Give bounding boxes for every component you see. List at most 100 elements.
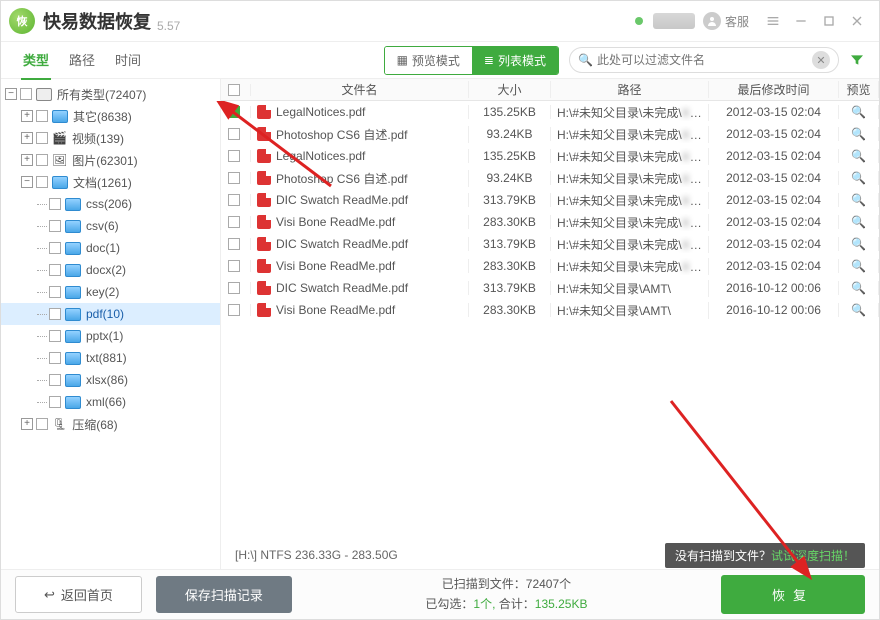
- minimize-icon[interactable]: [787, 7, 815, 35]
- preview-icon[interactable]: 🔍: [839, 127, 879, 141]
- avatar-icon[interactable]: [703, 12, 721, 30]
- footer: ↩返回首页 保存扫描记录 已扫描到文件：72407个 已勾选：1个, 合计：13…: [1, 569, 879, 619]
- row-checkbox[interactable]: [228, 216, 240, 228]
- table-row[interactable]: ✓LegalNotices.pdf135.25KBH:\#未知父目录\未完成\X…: [221, 101, 879, 123]
- recover-button[interactable]: 恢复: [721, 575, 865, 614]
- collapse-icon[interactable]: −: [5, 88, 17, 100]
- col-path[interactable]: 路径: [551, 81, 709, 98]
- list-mode-button[interactable]: ≣列表模式: [472, 47, 558, 74]
- save-scan-button[interactable]: 保存扫描记录: [156, 576, 292, 613]
- tab-time[interactable]: 时间: [113, 41, 143, 80]
- service-label[interactable]: 客服: [725, 13, 749, 30]
- notify-icon[interactable]: [625, 7, 653, 35]
- preview-icon[interactable]: 🔍: [839, 105, 879, 119]
- tree-csv[interactable]: csv(6): [1, 215, 220, 237]
- expand-icon[interactable]: +: [21, 154, 33, 166]
- row-checkbox[interactable]: [228, 260, 240, 272]
- checkbox[interactable]: [49, 374, 61, 386]
- row-checkbox[interactable]: [228, 150, 240, 162]
- tree-pptx[interactable]: pptx(1): [1, 325, 220, 347]
- preview-icon[interactable]: 🔍: [839, 215, 879, 229]
- tree-image[interactable]: +🖼图片(62301): [1, 149, 220, 171]
- table-row[interactable]: Photoshop CS6 自述.pdf93.24KBH:\#未知父目录\未完成…: [221, 167, 879, 189]
- preview-icon[interactable]: 🔍: [839, 281, 879, 295]
- file-path: H:\#未知父目录\未完成\XXXXXX: [551, 258, 709, 275]
- table-row[interactable]: Visi Bone ReadMe.pdf283.30KBH:\#未知父目录\未完…: [221, 211, 879, 233]
- checkbox[interactable]: [36, 176, 48, 188]
- search-box[interactable]: 🔍 ✕: [569, 47, 839, 73]
- tree-pdf[interactable]: pdf(10): [1, 303, 220, 325]
- col-name[interactable]: 文件名: [251, 81, 469, 98]
- tree-zip[interactable]: +🗜压缩(68): [1, 413, 220, 435]
- preview-icon[interactable]: 🔍: [839, 149, 879, 163]
- tree-css[interactable]: css(206): [1, 193, 220, 215]
- tree-ddoc[interactable]: doc(1): [1, 237, 220, 259]
- back-home-button[interactable]: ↩返回首页: [15, 576, 142, 613]
- checkbox[interactable]: [36, 154, 48, 166]
- checkbox[interactable]: [20, 88, 32, 100]
- preview-icon[interactable]: 🔍: [839, 303, 879, 317]
- tab-path[interactable]: 路径: [67, 41, 97, 80]
- tree-other[interactable]: +其它(8638): [1, 105, 220, 127]
- checkbox[interactable]: [49, 396, 61, 408]
- tab-type[interactable]: 类型: [21, 41, 51, 80]
- col-preview[interactable]: 预览: [839, 81, 879, 98]
- close-icon[interactable]: [843, 7, 871, 35]
- table-row[interactable]: DIC Swatch ReadMe.pdf313.79KBH:\#未知父目录\A…: [221, 277, 879, 299]
- preview-icon[interactable]: 🔍: [839, 259, 879, 273]
- collapse-icon[interactable]: −: [21, 176, 33, 188]
- select-all-checkbox[interactable]: [228, 84, 240, 96]
- row-checkbox[interactable]: [228, 282, 240, 294]
- deep-scan-button[interactable]: 没有扫描到文件？试试深度扫描！: [665, 543, 865, 568]
- row-checkbox[interactable]: ✓: [228, 106, 240, 118]
- tree-root[interactable]: −所有类型(72407): [1, 83, 220, 105]
- tree-video[interactable]: +🎬视频(139): [1, 127, 220, 149]
- folder-icon: [65, 220, 81, 233]
- table-row[interactable]: LegalNotices.pdf135.25KBH:\#未知父目录\未完成\XX…: [221, 145, 879, 167]
- tree-docx[interactable]: docx(2): [1, 259, 220, 281]
- checkbox[interactable]: [36, 418, 48, 430]
- app-logo-icon: 恢: [9, 8, 35, 34]
- file-size: 283.30KB: [469, 303, 551, 317]
- checkbox[interactable]: [49, 220, 61, 232]
- row-checkbox[interactable]: [228, 238, 240, 250]
- checkbox[interactable]: [49, 286, 61, 298]
- table-row[interactable]: Visi Bone ReadMe.pdf283.30KBH:\#未知父目录\未完…: [221, 255, 879, 277]
- checkbox[interactable]: [49, 264, 61, 276]
- clear-search-icon[interactable]: ✕: [812, 51, 830, 69]
- preview-icon[interactable]: 🔍: [839, 171, 879, 185]
- checkbox[interactable]: [49, 308, 61, 320]
- preview-icon[interactable]: 🔍: [839, 193, 879, 207]
- expand-icon[interactable]: +: [21, 418, 33, 430]
- table-row[interactable]: Photoshop CS6 自述.pdf93.24KBH:\#未知父目录\未完成…: [221, 123, 879, 145]
- checkbox[interactable]: [36, 132, 48, 144]
- tree-key[interactable]: key(2): [1, 281, 220, 303]
- expand-icon[interactable]: +: [21, 132, 33, 144]
- table-row[interactable]: DIC Swatch ReadMe.pdf313.79KBH:\#未知父目录\未…: [221, 233, 879, 255]
- preview-mode-button[interactable]: ▦预览模式: [385, 47, 472, 74]
- col-time[interactable]: 最后修改时间: [709, 81, 839, 98]
- row-checkbox[interactable]: [228, 128, 240, 140]
- sidebar-tree[interactable]: −所有类型(72407) +其它(8638) +🎬视频(139) +🖼图片(62…: [1, 79, 221, 569]
- tree-xlsx[interactable]: xlsx(86): [1, 369, 220, 391]
- preview-icon[interactable]: 🔍: [839, 237, 879, 251]
- search-input[interactable]: [597, 53, 812, 67]
- row-checkbox[interactable]: [228, 194, 240, 206]
- row-checkbox[interactable]: [228, 172, 240, 184]
- tree-xml[interactable]: xml(66): [1, 391, 220, 413]
- checkbox[interactable]: [49, 352, 61, 364]
- table-row[interactable]: Visi Bone ReadMe.pdf283.30KBH:\#未知父目录\AM…: [221, 299, 879, 321]
- checkbox[interactable]: [49, 242, 61, 254]
- tree-doc[interactable]: −文档(1261): [1, 171, 220, 193]
- expand-icon[interactable]: +: [21, 110, 33, 122]
- maximize-icon[interactable]: [815, 7, 843, 35]
- checkbox[interactable]: [49, 330, 61, 342]
- filter-icon[interactable]: [843, 46, 871, 74]
- menu-icon[interactable]: [759, 7, 787, 35]
- tree-txt[interactable]: txt(881): [1, 347, 220, 369]
- row-checkbox[interactable]: [228, 304, 240, 316]
- checkbox[interactable]: [36, 110, 48, 122]
- table-row[interactable]: DIC Swatch ReadMe.pdf313.79KBH:\#未知父目录\未…: [221, 189, 879, 211]
- checkbox[interactable]: [49, 198, 61, 210]
- col-size[interactable]: 大小: [469, 81, 551, 98]
